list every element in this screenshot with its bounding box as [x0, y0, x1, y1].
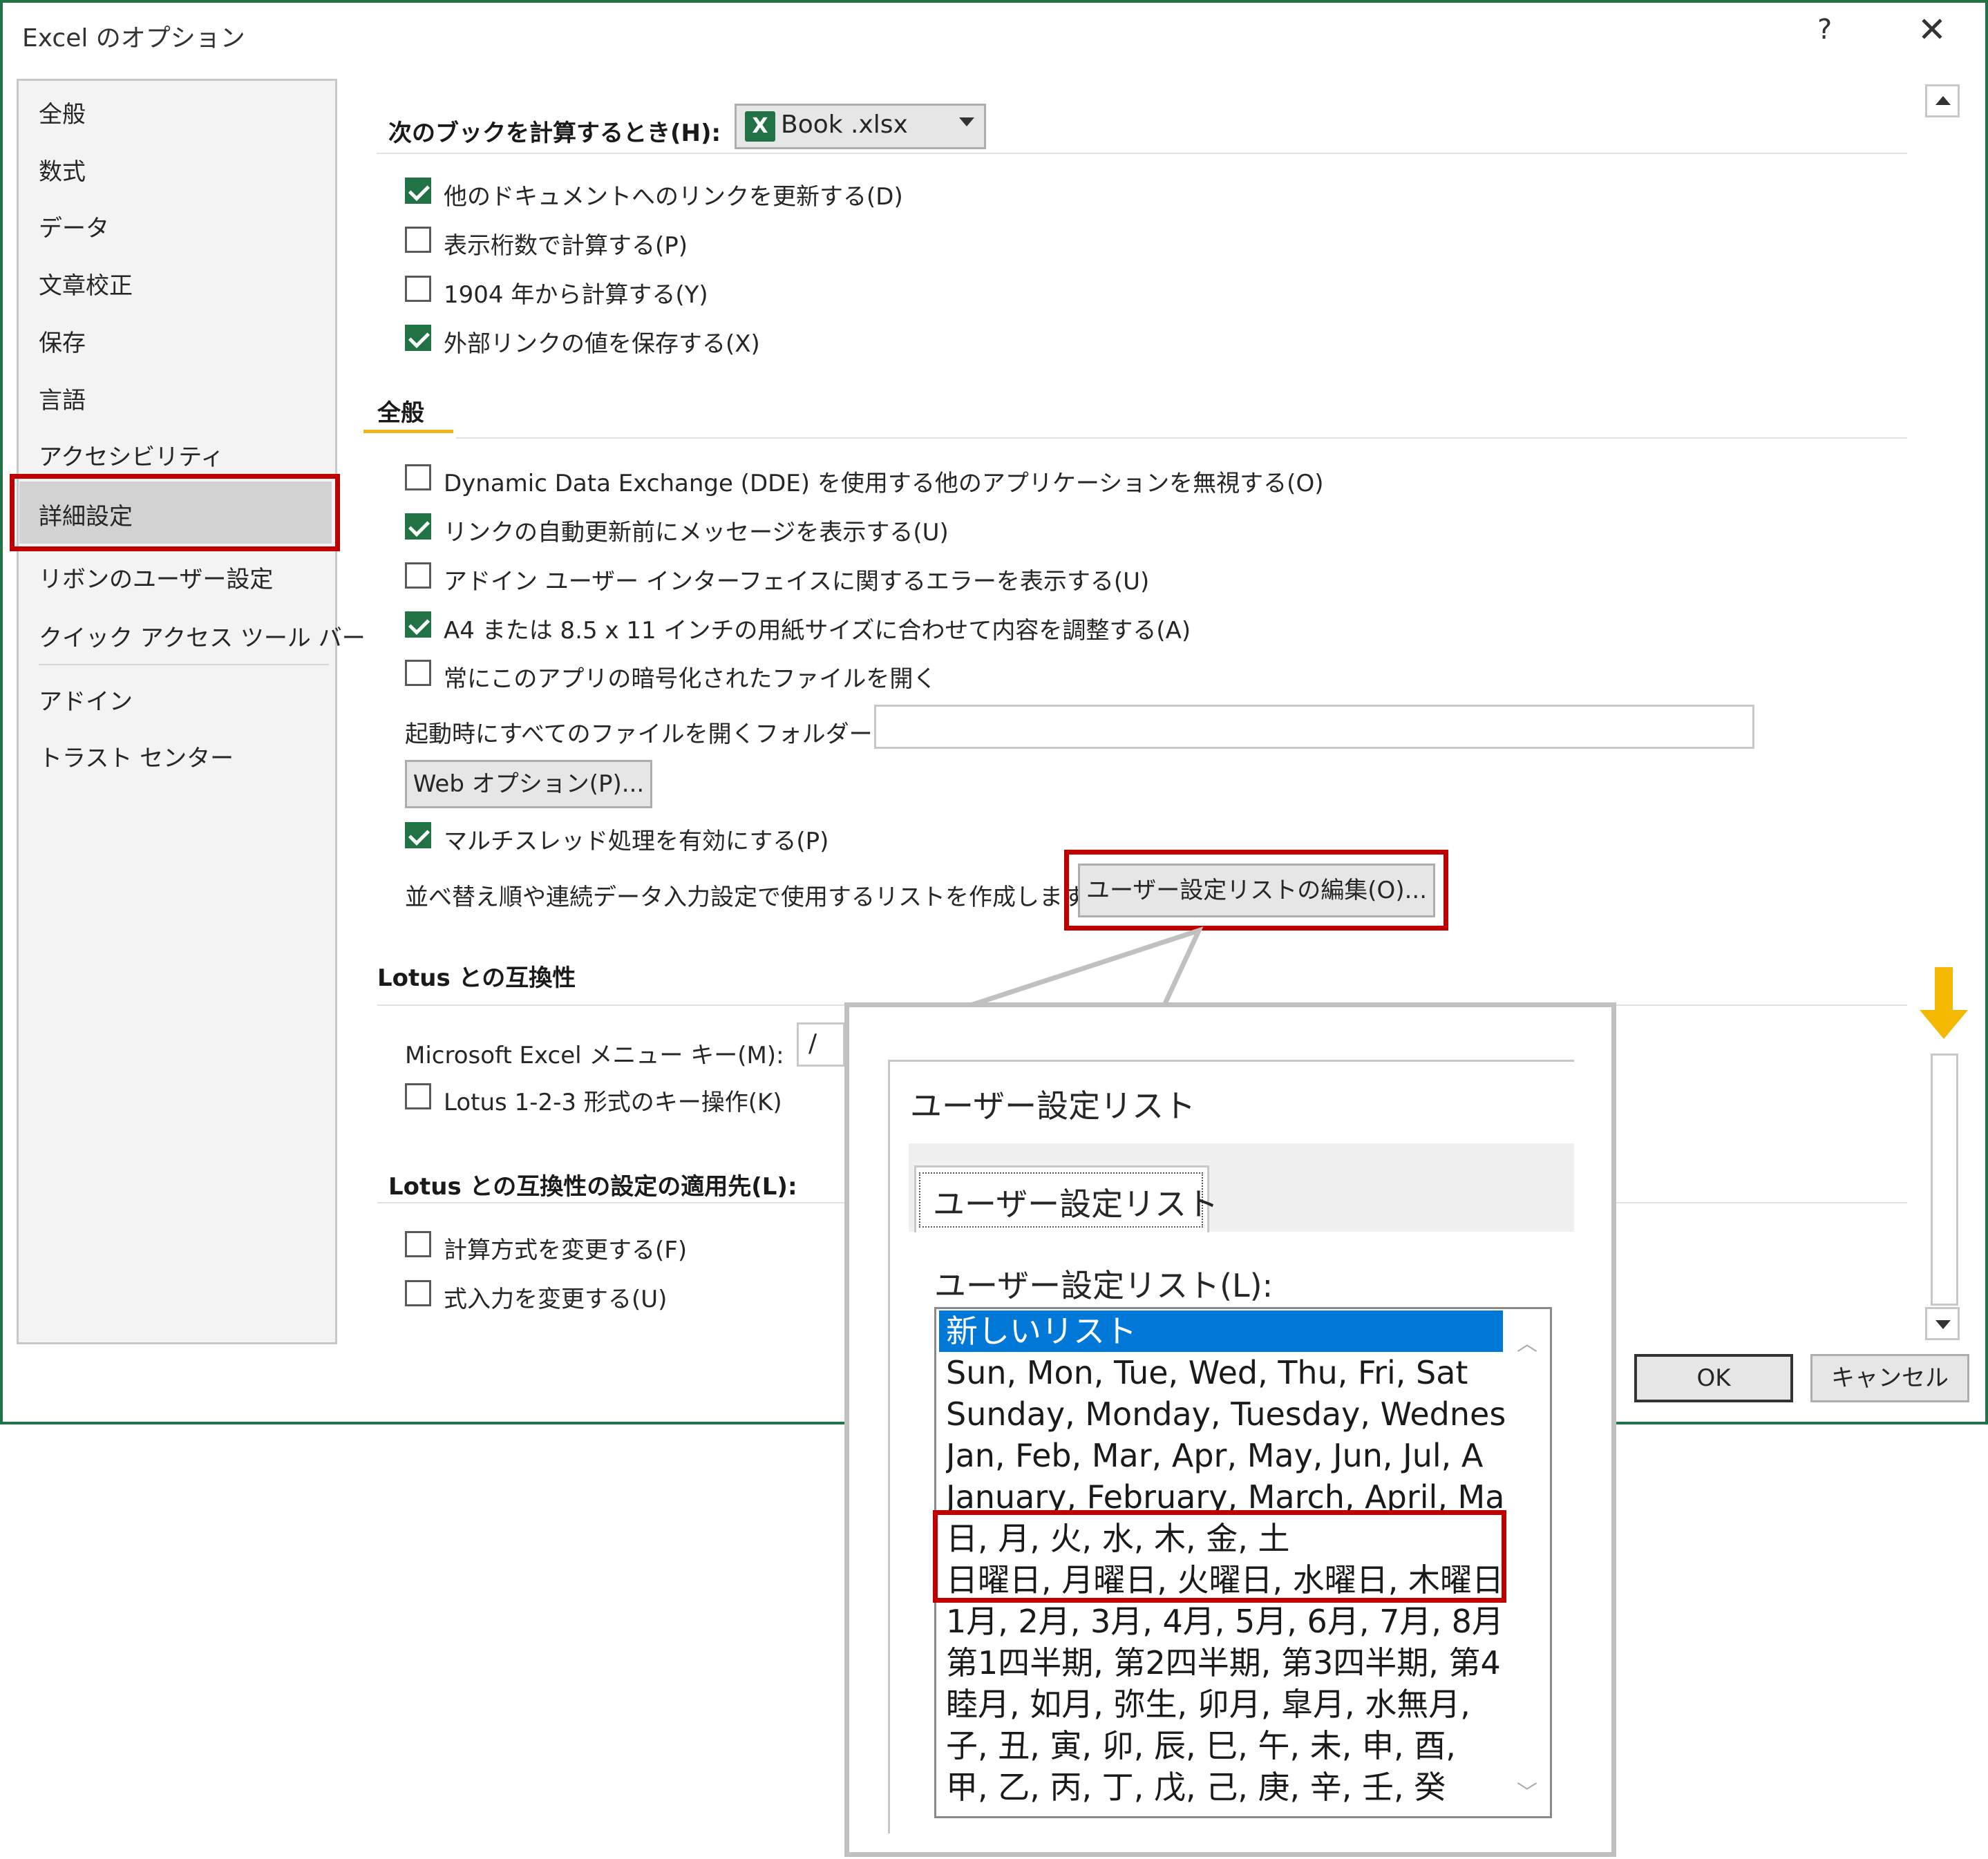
- menu-key-input[interactable]: [797, 1022, 845, 1067]
- list-item[interactable]: Sun, Mon, Tue, Wed, Thu, Fri, Sat: [946, 1352, 1513, 1393]
- advanced-highlight-frame: [10, 474, 340, 551]
- lotus-heading: Lotus との互換性: [377, 964, 576, 992]
- calc-heading: 次のブックを計算するとき(H):: [388, 120, 721, 147]
- save-external-links-checkbox[interactable]: [405, 325, 431, 351]
- ignore-dde-checkbox[interactable]: [405, 464, 431, 490]
- workbook-select-value: Book .xlsx: [781, 111, 908, 139]
- excel-icon: X: [745, 111, 775, 142]
- sidebar-item-trust-center[interactable]: トラスト センター: [39, 739, 234, 773]
- lotus-settings-heading: Lotus との互換性の設定の適用先(L):: [388, 1173, 797, 1201]
- menu-key-label: Microsoft Excel メニュー キー(M):: [405, 1042, 784, 1069]
- cancel-button[interactable]: キャンセル: [1810, 1354, 1969, 1402]
- window-title: Excel のオプション: [22, 24, 245, 53]
- custom-lists-label: ユーザー設定リスト(L):: [934, 1267, 1274, 1304]
- scroll-up-button[interactable]: [1925, 84, 1960, 117]
- menu-key-value: /: [808, 1029, 817, 1058]
- save-external-links-label: 外部リンクの値を保存する(X): [444, 330, 760, 358]
- scale-paper-size-checkbox[interactable]: [405, 611, 431, 638]
- sidebar-item-formulas[interactable]: 数式: [39, 153, 86, 187]
- scale-paper-size-label: A4 または 8.5 x 11 インチの用紙サイズに合わせて内容を調整する(A): [444, 617, 1191, 645]
- sidebar-item-proofing[interactable]: 文章校正: [39, 267, 133, 301]
- ask-update-links-checkbox[interactable]: [405, 513, 431, 540]
- list-item-new-list[interactable]: 新しいリスト: [939, 1310, 1503, 1352]
- sidebar-item-general[interactable]: 全般: [39, 95, 86, 129]
- scroll-down-button[interactable]: [1925, 1307, 1960, 1340]
- sidebar-item-accessibility[interactable]: アクセシビリティ: [39, 438, 224, 472]
- sidebar-separator: [39, 664, 329, 665]
- ignore-dde-label: Dynamic Data Exchange (DDE) を使用する他のアプリケー…: [444, 470, 1324, 497]
- general-heading-underline: [363, 430, 453, 433]
- list-item[interactable]: 1月, 2月, 3月, 4月, 5月, 6月, 7月, 8月: [946, 1601, 1513, 1642]
- addin-ui-errors-label: アドイン ユーザー インターフェイスに関するエラーを表示する(U): [444, 568, 1150, 595]
- list-item[interactable]: 甲, 乙, 丙, 丁, 戊, 己, 庚, 辛, 壬, 癸: [946, 1766, 1513, 1808]
- help-button[interactable]: ?: [1817, 14, 1832, 46]
- chevron-up-icon[interactable]: ︿: [1517, 1326, 1537, 1357]
- lotus-key-nav-label: Lotus 1-2-3 形式のキー操作(K): [444, 1089, 782, 1116]
- date-1904-checkbox[interactable]: [405, 276, 431, 302]
- startup-folder-label: 起動時にすべてのファイルを開くフォルダー(L):: [405, 721, 912, 748]
- precision-as-displayed-checkbox[interactable]: [405, 227, 431, 253]
- sidebar-item-customize-ribbon[interactable]: リボンのユーザー設定: [39, 560, 273, 594]
- chevron-down-icon[interactable]: ﹀: [1517, 1775, 1537, 1806]
- custom-lists-title: ユーザー設定リスト: [910, 1087, 1196, 1125]
- scrollbar-thumb[interactable]: [1931, 1054, 1958, 1306]
- custom-list-prompt: 並べ替え順や連続データ入力設定で使用するリストを作成します:: [405, 884, 1095, 911]
- date-1904-label: 1904 年から計算する(Y): [444, 281, 708, 309]
- close-button[interactable]: ✕: [1918, 10, 1947, 50]
- divider: [377, 153, 1907, 154]
- precision-as-displayed-label: 表示桁数で計算する(P): [444, 232, 688, 260]
- chevron-down-icon[interactable]: [959, 117, 974, 126]
- ok-button[interactable]: OK: [1634, 1354, 1793, 1402]
- list-item[interactable]: 睦月, 如月, 弥生, 卯月, 皐月, 水無月,: [946, 1684, 1513, 1725]
- list-item[interactable]: Jan, Feb, Mar, Apr, May, Jun, Jul, A: [946, 1435, 1513, 1476]
- update-links-checkbox[interactable]: [405, 178, 431, 204]
- web-options-button[interactable]: Web オプション(P)...: [405, 760, 652, 808]
- sidebar-item-quick-access-toolbar[interactable]: クイック アクセス ツール バー: [39, 619, 366, 653]
- transition-formula-entry-label: 式入力を変更する(U): [444, 1286, 668, 1313]
- sidebar-item-data[interactable]: データ: [39, 209, 109, 243]
- transition-formula-eval-checkbox[interactable]: [405, 1231, 431, 1257]
- startup-folder-input[interactable]: [874, 705, 1754, 749]
- list-item[interactable]: Sunday, Monday, Tuesday, Wednes: [946, 1393, 1513, 1435]
- sidebar-item-save[interactable]: 保存: [39, 324, 86, 358]
- open-encrypted-checkbox[interactable]: [405, 660, 431, 686]
- sidebar-item-addins[interactable]: アドイン: [39, 683, 133, 716]
- arrow-down-icon: [1935, 967, 1953, 1012]
- multithread-checkbox[interactable]: [405, 822, 431, 848]
- transition-formula-eval-label: 計算方式を変更する(F): [444, 1237, 688, 1264]
- tab-custom-lists-label: ユーザー設定リスト: [933, 1185, 1219, 1223]
- divider: [456, 437, 1907, 439]
- addin-ui-errors-checkbox[interactable]: [405, 562, 431, 589]
- update-links-label: 他のドキュメントへのリンクを更新する(D): [444, 183, 903, 211]
- general-heading: 全般: [377, 399, 424, 427]
- lotus-key-nav-checkbox[interactable]: [405, 1083, 431, 1109]
- sidebar-item-language[interactable]: 言語: [39, 381, 86, 415]
- list-item[interactable]: 第1四半期, 第2四半期, 第3四半期, 第4: [946, 1642, 1513, 1684]
- list-item[interactable]: 子, 丑, 寅, 卯, 辰, 巳, 午, 未, 申, 酉,: [946, 1725, 1513, 1766]
- weekday-lists-highlight-frame: [933, 1510, 1506, 1603]
- multithread-label: マルチスレッド処理を有効にする(P): [444, 828, 829, 855]
- ask-update-links-label: リンクの自動更新前にメッセージを表示する(U): [444, 519, 949, 546]
- arrow-down-icon-head: [1920, 1010, 1968, 1039]
- edit-list-highlight-frame: [1064, 850, 1448, 931]
- open-encrypted-label: 常にこのアプリの暗号化されたファイルを開く: [444, 665, 937, 693]
- transition-formula-entry-checkbox[interactable]: [405, 1280, 431, 1306]
